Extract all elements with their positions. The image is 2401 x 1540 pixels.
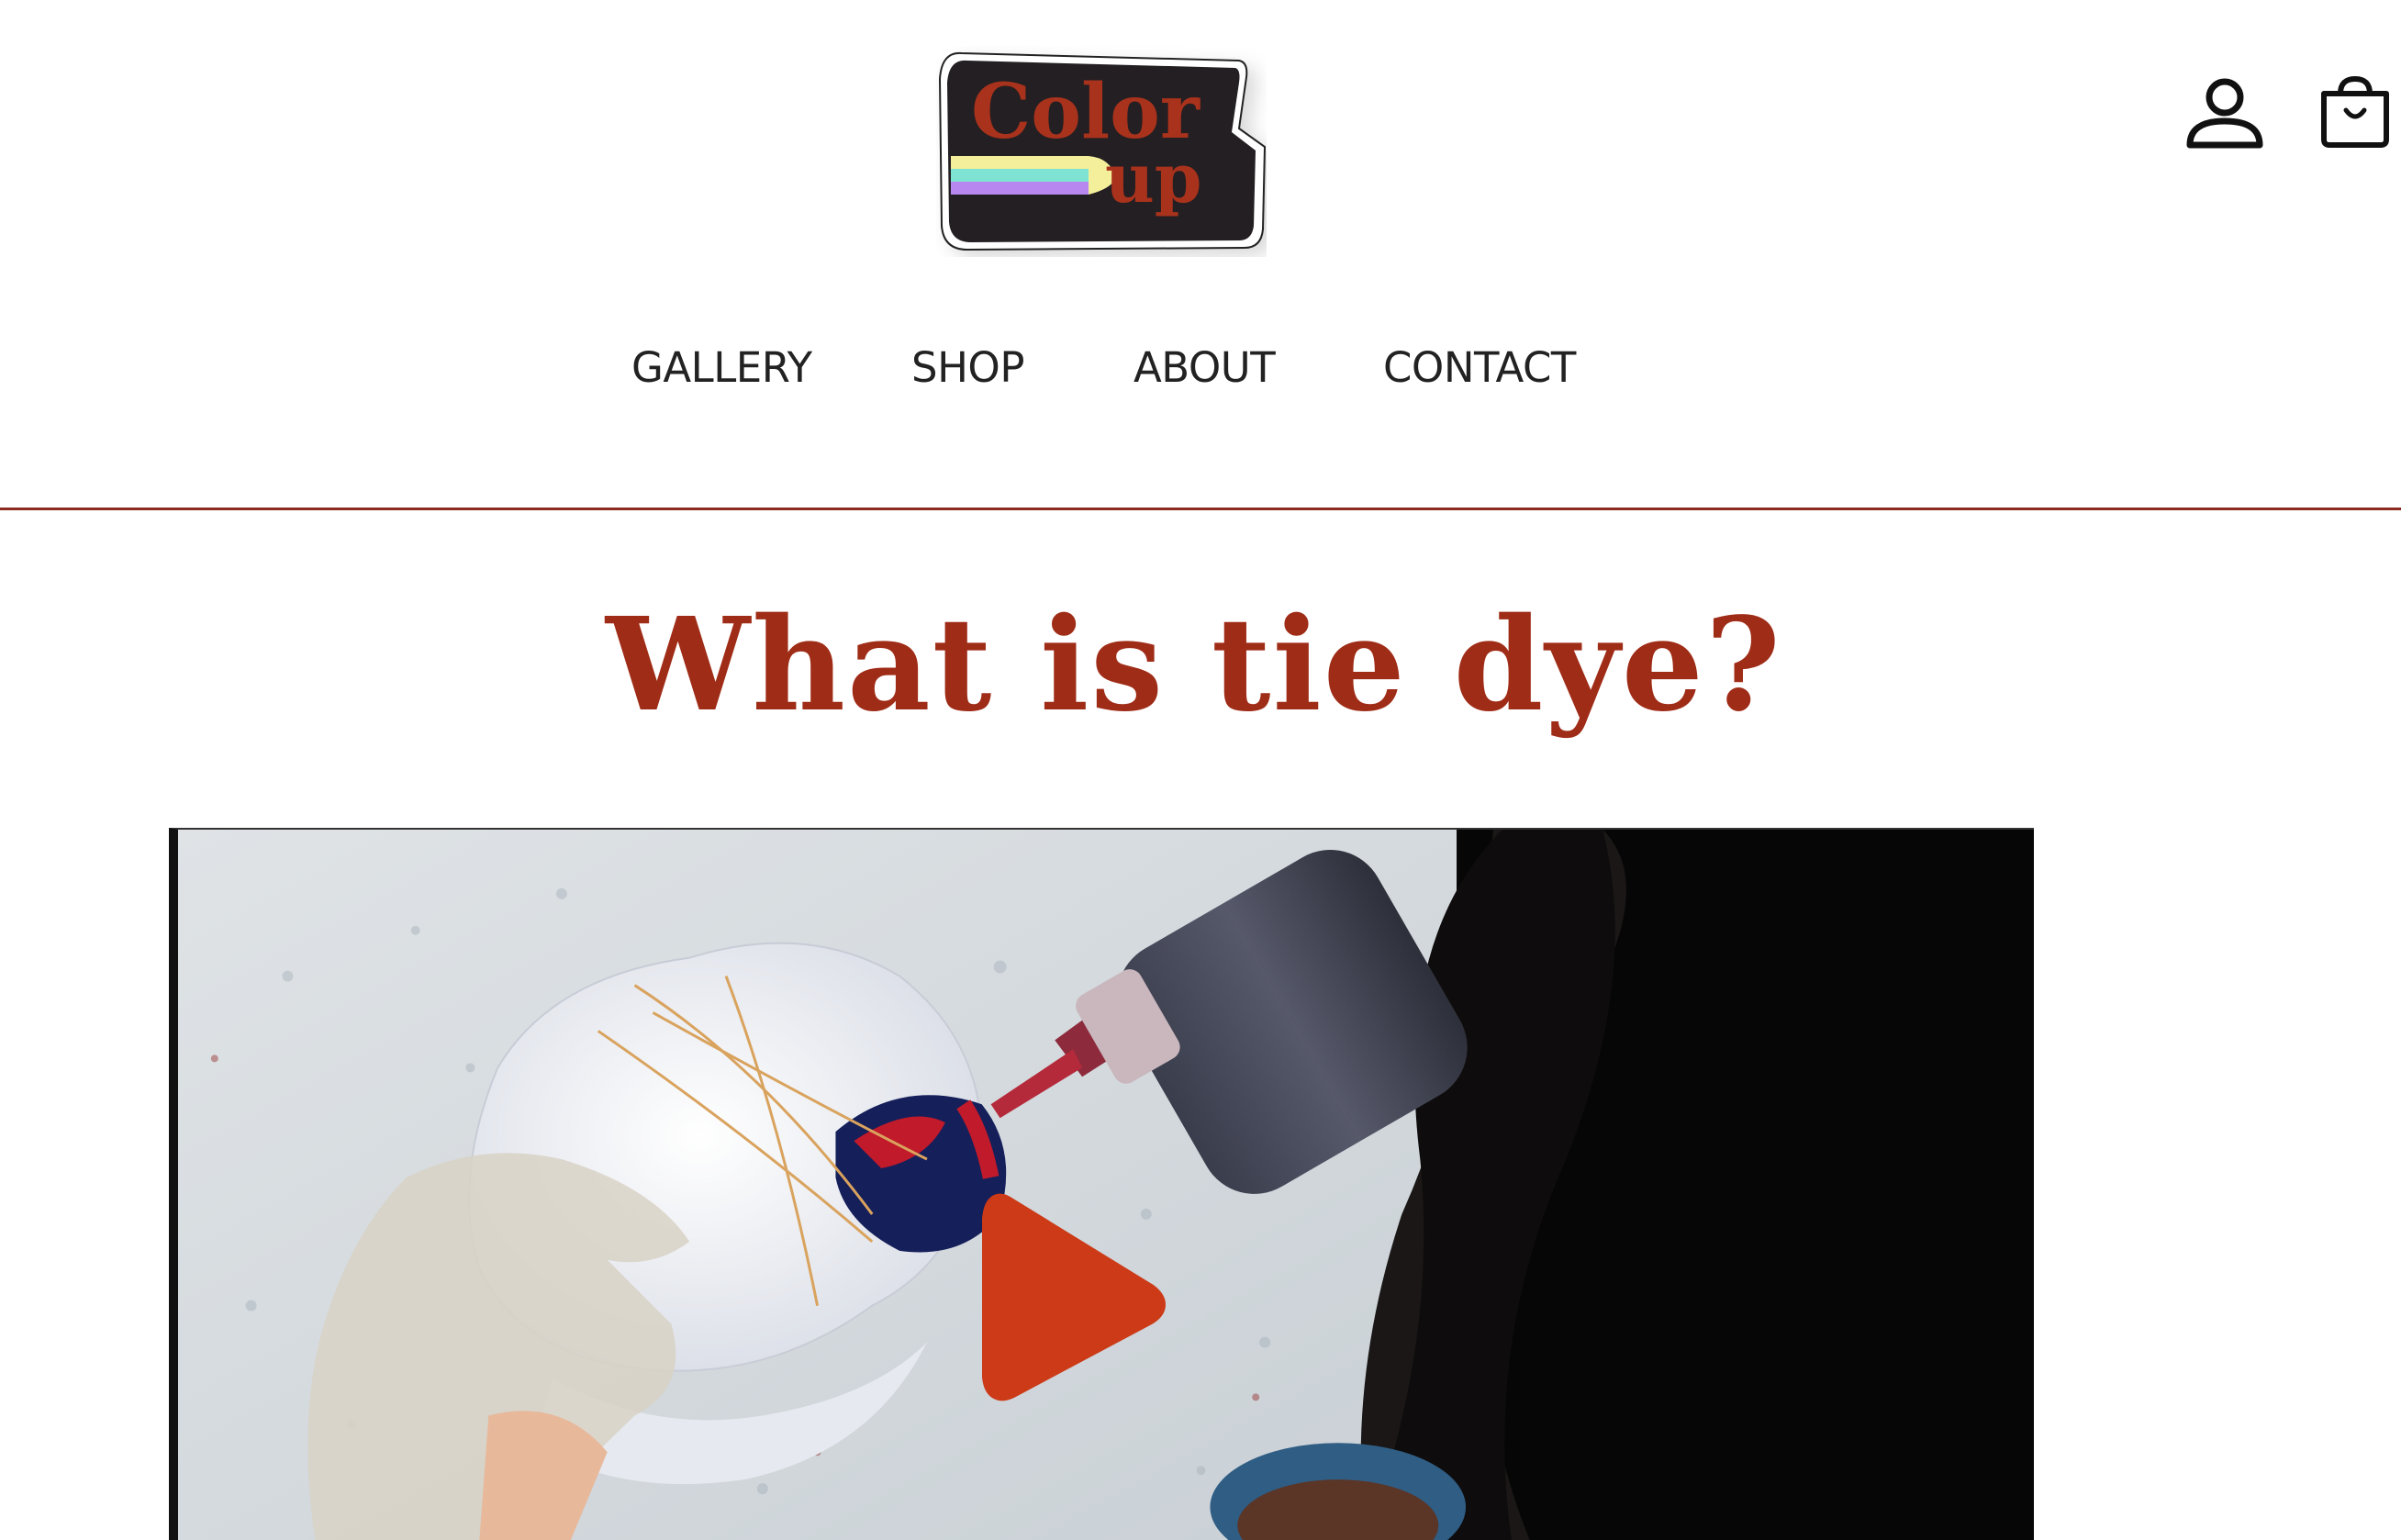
video-player[interactable] [169,828,2034,1540]
page-title: What is tie dye? [606,590,1782,741]
user-icon[interactable] [2184,75,2265,151]
nav-shop-link[interactable]: SHOP [911,343,1024,392]
header-divider [0,508,2401,510]
main-nav: GALLERY SHOP ABOUT CONTACT [0,343,2401,407]
nav-about-link[interactable]: ABOUT [1133,343,1276,392]
logo[interactable]: Color up [936,46,1267,257]
play-icon [982,1193,1166,1401]
logo-badge: Color up [938,51,1267,251]
play-button[interactable] [967,1188,1169,1408]
video-thumbnail [178,830,2034,1540]
nav-gallery-link[interactable]: GALLERY [631,343,812,392]
shopping-bag-icon[interactable] [2318,75,2392,149]
logo-word-up: up [1105,139,1202,218]
nav-contact-link[interactable]: CONTACT [1383,343,1576,392]
